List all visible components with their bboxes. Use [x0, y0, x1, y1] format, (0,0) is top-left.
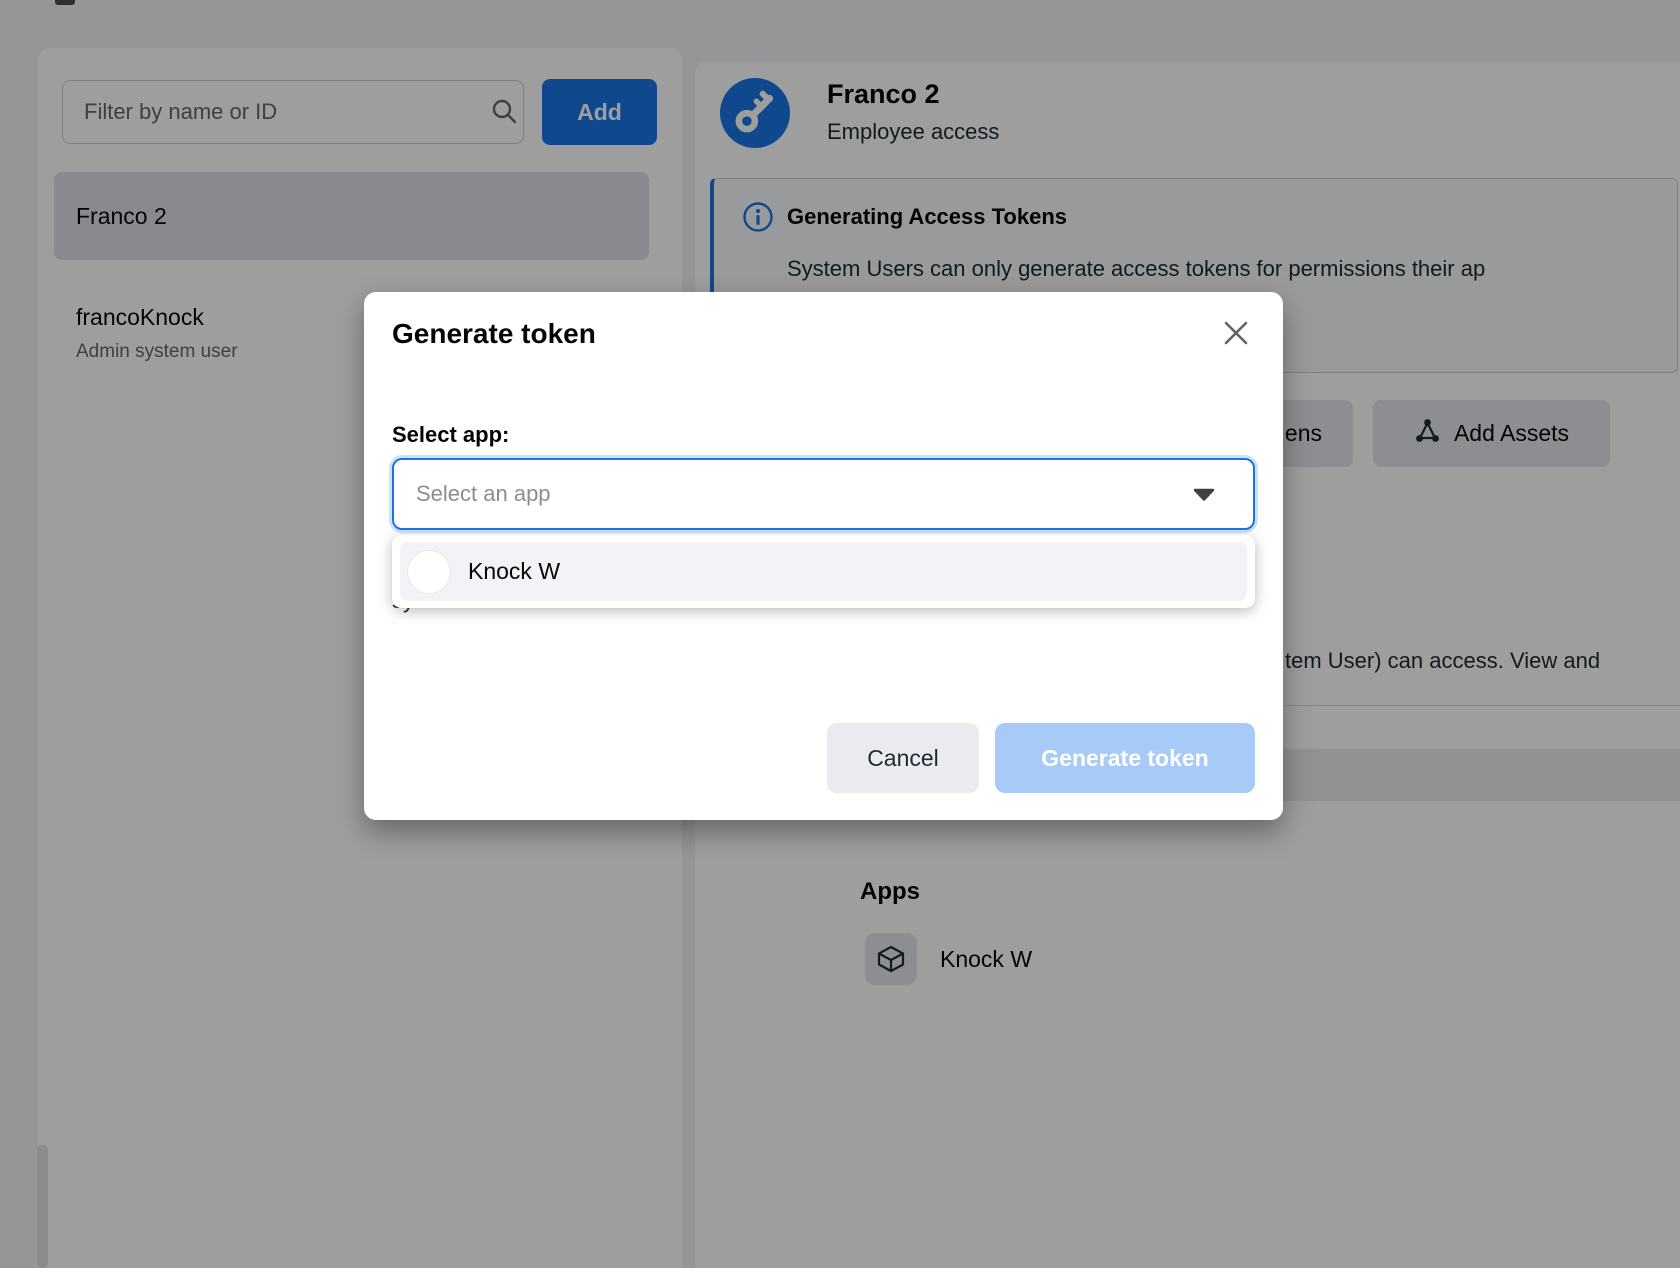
select-app-label: Select app:: [392, 422, 509, 448]
cancel-button[interactable]: Cancel: [827, 723, 979, 793]
app-avatar: [407, 550, 451, 594]
select-placeholder: Select an app: [416, 481, 1193, 507]
generate-token-modal: Generate token Select app: Select an app…: [364, 292, 1283, 820]
dropdown-option-knock-w[interactable]: Knock W: [400, 542, 1247, 601]
modal-title: Generate token: [392, 318, 596, 350]
dropdown-option-label: Knock W: [468, 558, 560, 585]
app-dropdown-menu: Knock W: [392, 535, 1255, 608]
generate-token-button[interactable]: Generate token: [995, 723, 1255, 793]
close-icon[interactable]: [1217, 314, 1255, 352]
app-select-dropdown[interactable]: Select an app: [392, 458, 1255, 530]
chevron-down-icon: [1193, 488, 1215, 501]
